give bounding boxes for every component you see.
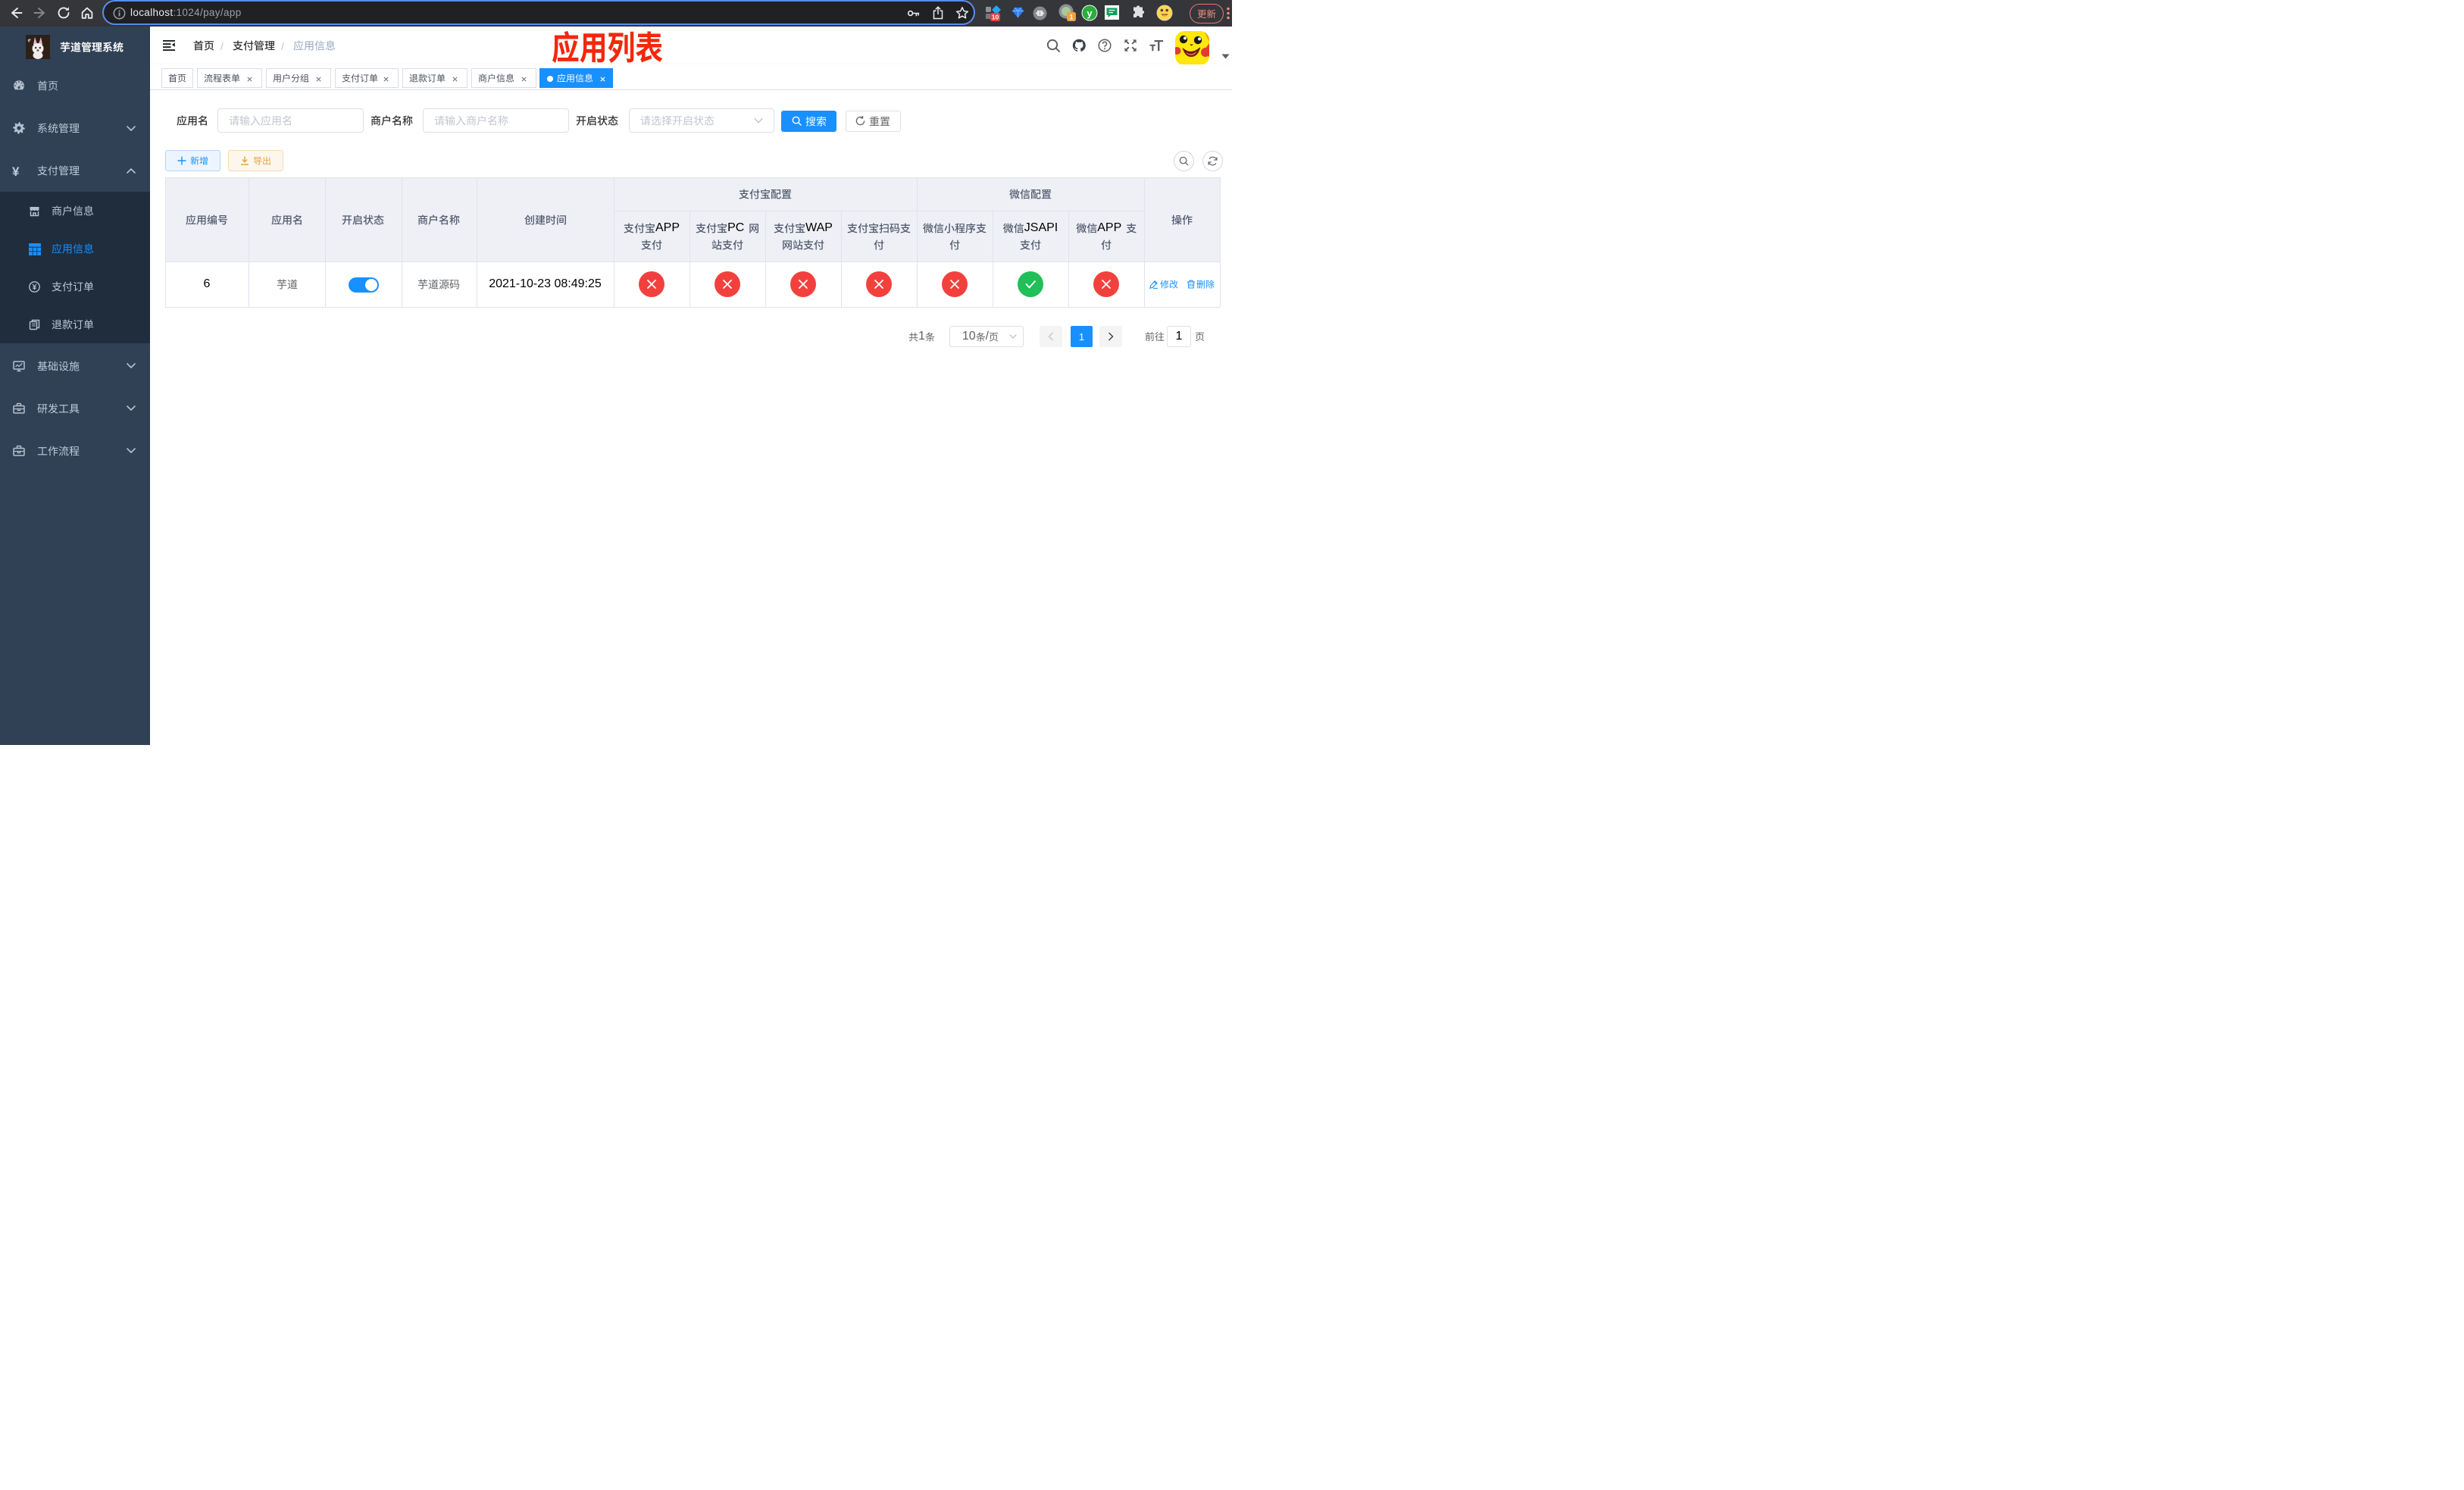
svg-text:1: 1 [1069, 14, 1073, 21]
svg-text:y: y [1087, 8, 1093, 19]
svg-text:10: 10 [992, 13, 999, 20]
